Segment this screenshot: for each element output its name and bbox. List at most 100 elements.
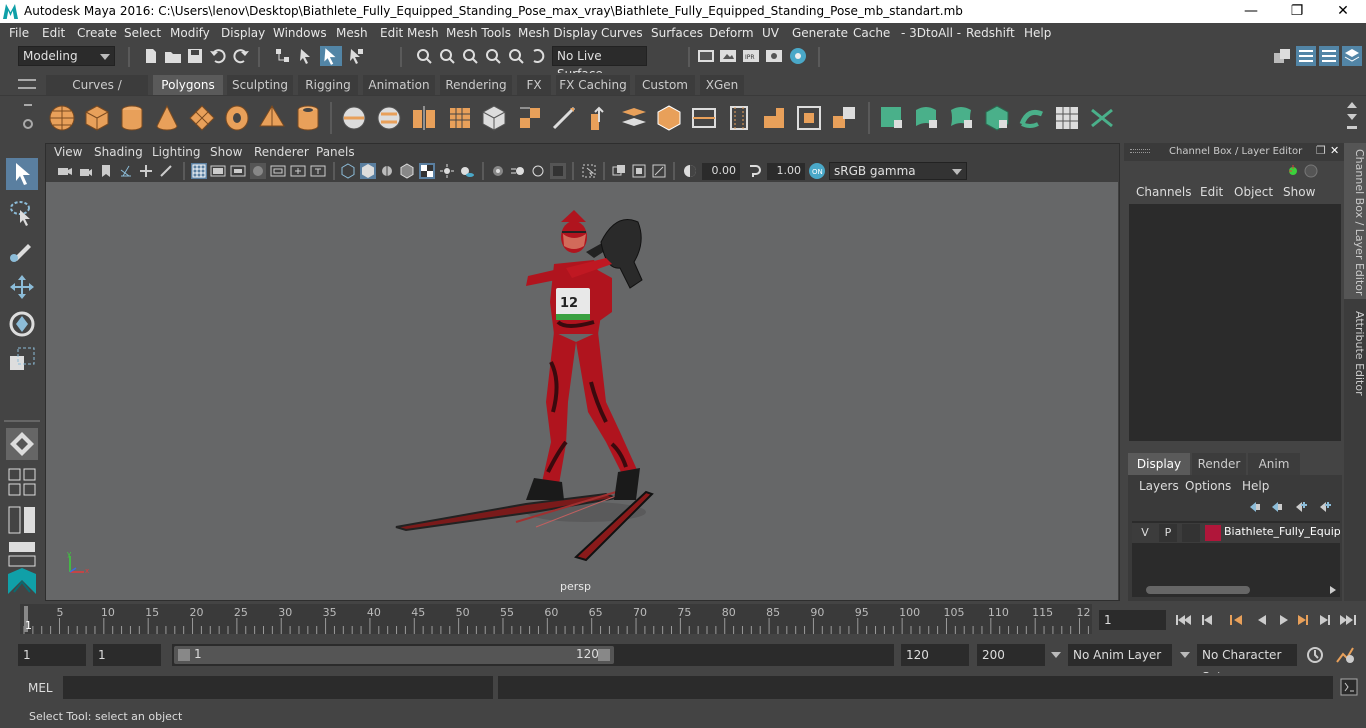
maya-home-icon[interactable] (6, 566, 38, 598)
menu-create[interactable]: Create (77, 26, 117, 40)
minimize-button[interactable]: — (1228, 0, 1274, 23)
close-panel-icon[interactable]: ✕ (1330, 144, 1339, 157)
layer-menu-options[interactable]: Options (1185, 479, 1231, 493)
chevron-down-icon[interactable] (1051, 652, 1061, 658)
grid-toggle-icon[interactable] (191, 163, 207, 179)
smooth-shade-icon[interactable] (360, 163, 376, 179)
tab-rendering[interactable]: Rendering (440, 75, 512, 95)
poly-pyramid-icon[interactable] (258, 104, 286, 132)
uv-spherical-icon[interactable] (948, 104, 976, 132)
tab-attribute-editor[interactable]: Attribute Editor (1344, 305, 1366, 405)
range-slider-bar-fill[interactable]: 1 120 (174, 646, 614, 664)
menu-3dtoall[interactable]: - 3DtoAll - (901, 26, 961, 40)
menu-mesh-display[interactable]: Mesh Display (518, 26, 598, 40)
render-settings-icon[interactable] (765, 47, 783, 65)
isolate-select-icon[interactable] (581, 163, 597, 179)
menu-mesh-tools[interactable]: Mesh Tools (446, 26, 511, 40)
poly-torus-icon[interactable] (223, 104, 251, 132)
snap-point-icon[interactable] (461, 47, 479, 65)
layer-playback-toggle[interactable]: P (1159, 524, 1177, 542)
ipr-render-icon[interactable]: IPR (742, 47, 760, 65)
close-button[interactable]: ✕ (1320, 0, 1366, 23)
current-frame-field[interactable]: 1 (1099, 610, 1166, 630)
layer-menu-layers[interactable]: Layers (1139, 479, 1179, 493)
extrude-icon[interactable] (585, 104, 613, 132)
wireframe-icon[interactable] (340, 163, 356, 179)
poly-plane-icon[interactable] (188, 104, 216, 132)
color-space-dropdown[interactable]: sRGB gamma (829, 162, 967, 180)
field-chart-icon[interactable] (270, 164, 286, 178)
rotate-tool-icon[interactable] (6, 308, 38, 340)
playback-end-field[interactable]: 120 (901, 644, 969, 666)
append-polygon-icon[interactable] (760, 104, 788, 132)
script-editor-icon[interactable] (1340, 678, 1358, 696)
layer-visibility-toggle[interactable]: V (1136, 524, 1154, 542)
menu-generate[interactable]: Generate (792, 26, 848, 40)
viewport-menu-panels[interactable]: Panels (316, 145, 355, 159)
channel-menu-edit[interactable]: Edit (1200, 185, 1223, 199)
select-object-icon[interactable] (297, 47, 315, 65)
multi-cut-icon[interactable] (550, 104, 578, 132)
paint-select-tool-icon[interactable] (6, 234, 38, 266)
layer-color-swatch[interactable] (1205, 525, 1221, 541)
channel-list[interactable] (1129, 204, 1341, 441)
bridge-icon[interactable] (620, 104, 648, 132)
layer-tab-render[interactable]: Render (1192, 453, 1246, 475)
single-perspective-layout-icon[interactable] (6, 428, 38, 460)
tab-channel-box[interactable]: Channel Box / Layer Editor (1344, 143, 1366, 299)
use-all-lights-icon[interactable] (439, 163, 455, 179)
shelf-options-icon[interactable] (22, 104, 34, 134)
select-mask-icon[interactable] (347, 47, 365, 65)
range-end-handle[interactable] (598, 649, 610, 661)
shelf-scroll[interactable] (1345, 100, 1359, 136)
scroll-right-icon[interactable] (1330, 586, 1336, 594)
layer-scrollbar[interactable] (1132, 583, 1340, 597)
gamma-field[interactable]: 1.00 (767, 163, 805, 180)
tab-animation[interactable]: Animation (363, 75, 435, 95)
insert-edge-loop-icon[interactable] (690, 104, 718, 132)
tab-rigging[interactable]: Rigging (298, 75, 358, 95)
layer-display-type-toggle[interactable] (1182, 524, 1200, 542)
default-material-icon[interactable] (380, 163, 394, 179)
redo-icon[interactable] (232, 47, 250, 65)
render-frame-icon[interactable] (719, 47, 737, 65)
render-view-icon[interactable] (697, 47, 715, 65)
bevel-icon[interactable] (655, 104, 683, 132)
menu-windows[interactable]: Windows (273, 26, 327, 40)
playback-controls[interactable] (1174, 611, 1360, 629)
viewport-menu-lighting[interactable]: Lighting (152, 145, 201, 159)
chevron-down-icon[interactable] (1180, 652, 1190, 658)
shelf-menu-icon[interactable] (18, 79, 36, 89)
layer-tab-anim[interactable]: Anim (1248, 453, 1300, 475)
viewport-menu-renderer[interactable]: Renderer (254, 145, 309, 159)
animation-start-field[interactable]: 1 (18, 644, 86, 666)
anim-layer-field[interactable]: No Anim Layer (1068, 644, 1172, 666)
screen-space-ao-icon[interactable] (490, 163, 506, 179)
menu-deform[interactable]: Deform (709, 26, 754, 40)
menu-help[interactable]: Help (1024, 26, 1051, 40)
shadows-icon[interactable] (459, 163, 475, 179)
wireframe-on-shaded-icon[interactable] (399, 163, 415, 179)
tab-polygons[interactable]: Polygons (153, 75, 223, 95)
animation-end-field[interactable]: 200 (977, 644, 1045, 666)
tab-xgen[interactable]: XGen (700, 75, 744, 95)
channel-menu-channels[interactable]: Channels (1136, 185, 1192, 199)
merge-icon[interactable] (830, 104, 858, 132)
uv-cut-sew-icon[interactable] (1088, 104, 1116, 132)
grease-pencil-icon[interactable] (159, 164, 173, 178)
combine-icon[interactable] (340, 104, 368, 132)
bookmark-icon[interactable] (100, 164, 112, 178)
poly-cylinder-icon[interactable] (118, 104, 146, 132)
2d-pan-zoom-icon[interactable] (139, 164, 153, 178)
gate-mask-icon[interactable] (250, 163, 266, 179)
character-set-field[interactable]: No Character Set (1197, 644, 1297, 684)
fill-hole-icon[interactable] (795, 104, 823, 132)
film-gate-icon[interactable] (210, 164, 226, 178)
scrollbar-thumb[interactable] (1146, 586, 1250, 594)
menu-select[interactable]: Select (124, 26, 161, 40)
layer-name[interactable]: Biathlete_Fully_Equipped (1224, 525, 1340, 538)
motion-blur-icon[interactable] (510, 163, 526, 179)
menu-edit-mesh[interactable]: Edit Mesh (380, 26, 439, 40)
camera-icon[interactable] (57, 164, 73, 178)
channel-box-toggle-icon[interactable] (1342, 46, 1362, 66)
